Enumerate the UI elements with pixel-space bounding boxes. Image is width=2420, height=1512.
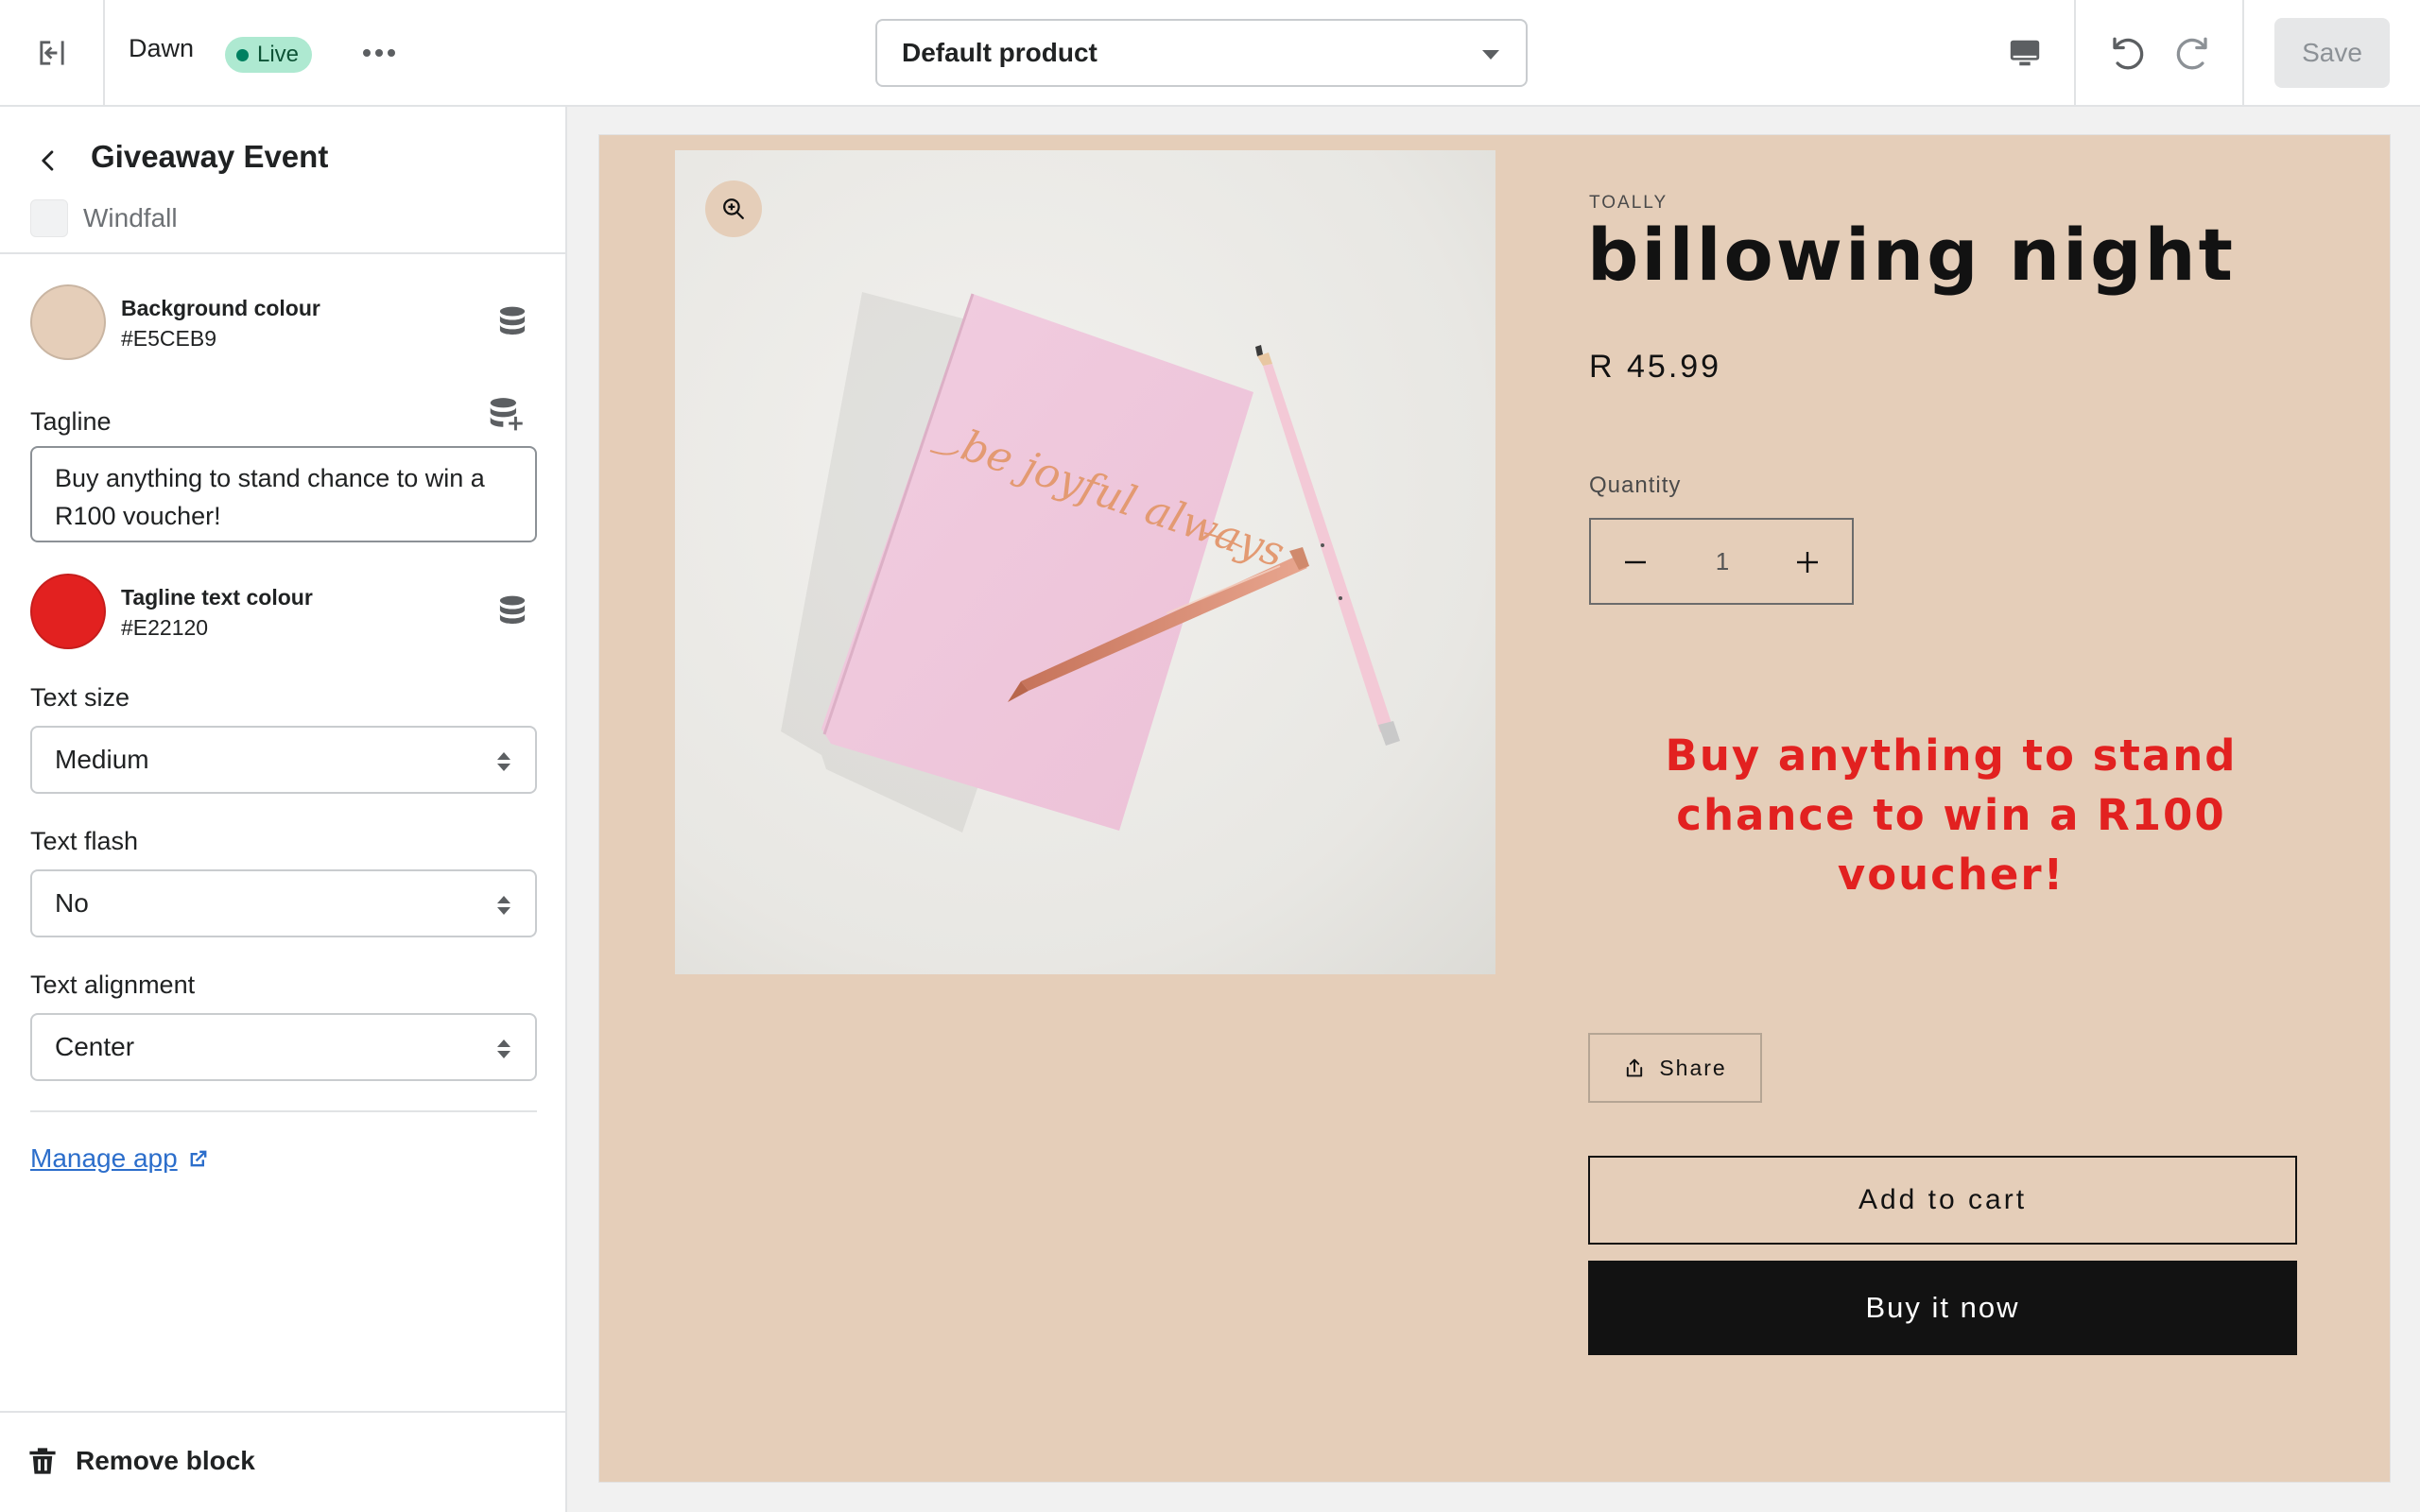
exit-button[interactable] [0,0,105,105]
background-colour-label: Background colour [121,296,320,320]
editor-topbar: Dawn Live Default product Save [0,0,2420,107]
chevron-down-icon [1482,50,1499,60]
share-icon [1627,1058,1643,1077]
connect-dynamic-source-button[interactable] [492,591,533,632]
block-settings-sidebar: Giveaway Event Windfall Background colou… [0,107,567,1512]
background-colour-hex: #E5CEB9 [121,326,217,351]
remove-block-button[interactable]: Remove block [0,1411,565,1512]
divider [0,252,565,254]
manage-app-label: Manage app [30,1143,178,1173]
redo-button[interactable] [2167,26,2223,79]
quantity-increase-button[interactable] [1786,541,1829,584]
block-title: Giveaway Event [91,139,329,174]
text-flash-label: Text flash [30,827,139,855]
undo-button[interactable] [2097,26,2153,79]
product-photo-illustration: be joyful always [781,292,1400,833]
live-badge-label: Live [257,42,300,67]
share-button[interactable]: Share [1588,1033,1762,1103]
connect-dynamic-source-button[interactable] [492,301,533,343]
undo-icon [2113,37,2144,70]
select-arrows-icon [497,752,510,771]
more-actions-button[interactable] [357,36,401,70]
trash-icon [29,1448,56,1474]
quantity-decrease-button[interactable] [1614,541,1657,584]
giveaway-tagline: Buy anything to stand chance to win a R1… [1665,730,2238,900]
chevron-left-icon [42,150,54,171]
database-icon [499,306,526,335]
desktop-icon [2010,40,2040,66]
back-button[interactable] [28,141,68,180]
database-plus-icon [490,398,523,431]
save-button[interactable]: Save [2274,18,2390,88]
product-title: billowing night [1587,213,2236,297]
tagline-colour-setting: Tagline text colour #E22120 [30,574,537,649]
plus-icon [1797,552,1818,573]
zoom-in-icon [723,198,744,219]
background-colour-swatch[interactable] [30,284,106,360]
text-flash-select[interactable]: No [30,869,537,937]
text-size-label: Text size [30,683,130,712]
device-preview-button[interactable] [1978,26,2072,79]
manage-app-link[interactable]: Manage app [30,1143,210,1174]
live-badge: Live [225,37,313,73]
add-to-cart-button[interactable]: Add to cart [1588,1156,2297,1245]
app-icon [30,199,68,237]
tagline-label: Tagline [30,407,112,436]
tagline-textarea[interactable]: Buy anything to stand chance to win a R1… [30,446,537,542]
external-link-icon [190,1150,207,1167]
text-flash-value: No [55,888,89,918]
topbar-divider [2242,0,2244,105]
quantity-label: Quantity [1589,472,1682,498]
tagline-colour-hex: #E22120 [121,615,209,640]
share-label: Share [1659,1055,1727,1080]
product-vendor: TOALLY [1589,193,1668,213]
topbar-divider [2074,0,2076,105]
divider [30,1110,537,1112]
text-size-value: Medium [55,745,149,774]
insert-dynamic-source-button[interactable] [488,396,529,438]
product-price: R 45.99 [1589,349,1722,385]
live-status-dot [236,48,249,61]
app-name: Windfall [83,203,178,232]
tagline-colour-swatch[interactable] [30,574,106,649]
theme-name: Dawn [129,34,195,62]
database-icon [499,595,526,625]
redo-icon [2176,37,2207,70]
tagline-colour-label: Tagline text colour [121,585,313,610]
select-arrows-icon [497,896,510,915]
quantity-input[interactable]: 1 [1682,547,1763,576]
minus-icon [1625,560,1646,564]
more-horizontal-icon [363,49,395,57]
remove-block-label: Remove block [76,1446,255,1475]
text-size-select[interactable]: Medium [30,726,537,794]
quantity-stepper: 1 [1589,518,1854,605]
buy-it-now-button[interactable]: Buy it now [1588,1261,2297,1355]
select-arrows-icon [497,1040,510,1058]
exit-icon [39,40,64,65]
storefront-preview: be joyful always TOALLY billowing night … [599,135,2390,1482]
template-select-value: Default product [902,38,1098,67]
text-alignment-label: Text alignment [30,971,196,999]
template-select[interactable]: Default product [875,19,1528,87]
zoom-button[interactable] [705,180,762,237]
text-alignment-select[interactable]: Center [30,1013,537,1081]
text-alignment-value: Center [55,1032,135,1061]
product-image[interactable]: be joyful always [675,150,1495,974]
background-colour-setting: Background colour #E5CEB9 [30,284,537,360]
